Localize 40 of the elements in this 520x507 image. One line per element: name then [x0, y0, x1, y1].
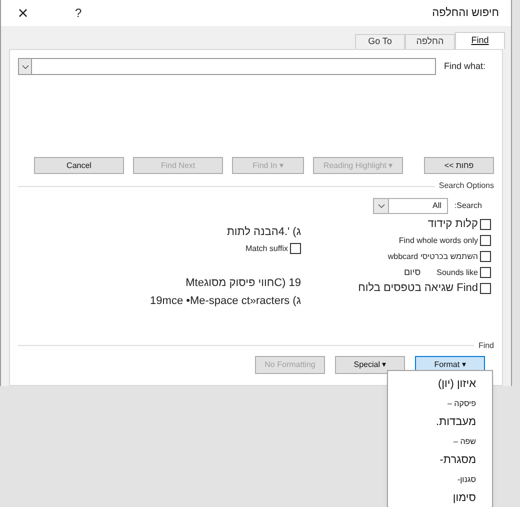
checkbox[interactable] [480, 219, 491, 230]
dialog-button[interactable]: << פחות [424, 157, 494, 174]
menu-item[interactable]: פיסקה – [388, 394, 492, 413]
section-label: Search Options [438, 180, 494, 192]
menu-item[interactable]: שפה – [388, 432, 492, 451]
checkbox[interactable] [480, 251, 491, 262]
checkbox-label: קלות קידוד [428, 217, 478, 232]
tab[interactable]: החלפה [405, 34, 455, 49]
tab[interactable]: Go To [355, 34, 405, 49]
menu-item[interactable]: סימון [388, 489, 492, 507]
caret-icon [378, 204, 385, 208]
tab[interactable]: Find [455, 32, 505, 49]
caret-icon [22, 64, 28, 68]
search-select[interactable]: All [373, 198, 448, 214]
option-label: 19 (Cחווי פיסוק מסוגMte [186, 276, 301, 290]
menu-item[interactable]: סגנון- [388, 470, 492, 489]
checkbox-label: Find שגיאה בטפסים בלוח [358, 281, 478, 296]
checkbox-label: Find whole words only [398, 234, 478, 246]
option-label: ג) 19mce •Me-space ct»racters [150, 294, 301, 309]
help-button[interactable]: ? [75, 4, 82, 22]
checkbox[interactable] [480, 235, 491, 246]
field-label: Search: [454, 200, 482, 212]
close-button[interactable]: × [13, 4, 33, 22]
option-label: סיום [404, 266, 421, 279]
checkbox[interactable] [290, 243, 301, 254]
menu-item[interactable]: איזון (יון) [388, 375, 492, 394]
section-label: Find [478, 340, 494, 352]
text-field[interactable] [18, 58, 436, 75]
menu-item[interactable]: מעבדות. [388, 413, 492, 432]
field-label: Find what: [444, 60, 487, 73]
checkbox-label: Match suffix [245, 242, 288, 254]
format-button[interactable]: Special ▾ [335, 356, 405, 374]
menu-item[interactable]: מסגרת- [388, 451, 492, 470]
checkbox[interactable] [480, 267, 491, 278]
option-label: ג) '.4הבנה לתות [226, 225, 301, 240]
window-title: חיפוש והחלפה [432, 6, 499, 21]
checkbox[interactable] [480, 283, 491, 294]
checkbox-label: Sounds like [436, 266, 478, 278]
checkbox-label: השתמש בכרטיסי wbbcard [388, 250, 478, 262]
dialog-button[interactable]: Cancel [34, 157, 124, 174]
